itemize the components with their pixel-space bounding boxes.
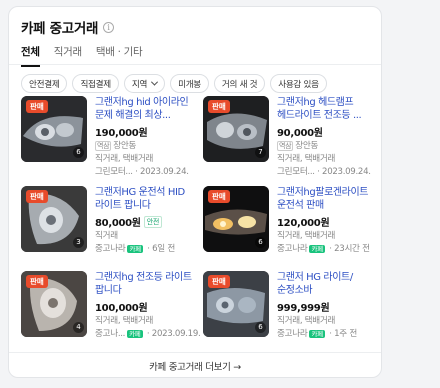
listing-item[interactable]: 판매 3 그랜저HG 운전석 HID 라이트 팝니다 80,000원 안전 직거래… (21, 186, 199, 268)
chip-label: 안전결제 (29, 79, 60, 90)
divider (9, 64, 381, 65)
trade-type: 직거래, 택배거래 (277, 231, 336, 241)
chip-label: 지역 (131, 79, 148, 90)
listing-item[interactable]: 판매 6 그랜저 HG 라이트/순정소바 999,999원 직거래, 택배거래 … (203, 271, 381, 353)
chevron-down-icon (151, 78, 159, 86)
cafe-tag: 카페 (127, 245, 143, 253)
filter-used[interactable]: 사용감 있음 (270, 74, 327, 93)
listing-source[interactable]: 중고나... (95, 329, 125, 339)
cafe-used-trade-card: 카페 중고거래 i 전체 직거래 택배 · 기타 안전결제 직접결제 지역 미개… (8, 6, 382, 378)
filter-chips: 안전결제 직접결제 지역 미개봉 거의 새 것 사용감 있음 (21, 74, 327, 93)
listing-title[interactable]: 그랜저hg 헤드램프 헤드라이트 전조등 ... (277, 96, 383, 122)
listing-thumbnail[interactable]: 판매 7 (203, 96, 269, 162)
listing-location: 장안동 (295, 141, 319, 151)
listing-thumbnail[interactable]: 판매 6 (203, 271, 269, 337)
image-count: 6 (255, 322, 266, 333)
image-count: 7 (255, 147, 266, 158)
sale-badge: 판매 (26, 190, 48, 203)
listing-title[interactable]: 그랜저hg팔로겐라이트 운전석 판매 (277, 186, 383, 212)
sale-badge: 판매 (208, 190, 230, 203)
trade-type: 직거래, 택배거래 (95, 154, 154, 164)
filter-region[interactable]: 지역 (123, 74, 166, 93)
listing-location: 장안동 (113, 141, 137, 151)
cafe-tag: 카페 (309, 330, 325, 338)
listing-item[interactable]: 판매 4 그랜저hg 전조등 라이트 팝니다 100,000원 직거래, 택배거… (21, 271, 201, 353)
cafe-tag: 카페 (309, 245, 325, 253)
sale-badge: 판매 (208, 275, 230, 288)
section-header: 카페 중고거래 i (21, 17, 115, 37)
listing-source[interactable]: 중고나라 (95, 244, 126, 254)
listing-title[interactable]: 그랜저hg 전조등 라이트 팝니다 (95, 271, 201, 297)
trade-type: 직거래, 택배거래 (277, 154, 336, 164)
filter-direct-pay[interactable]: 직접결제 (72, 74, 119, 93)
location-tag: 역삼 (95, 141, 112, 151)
listing-item[interactable]: 판매 6 그랜저hg hid 아이라인 문제 해결의 최상... 190,000… (21, 96, 199, 178)
chip-label: 미개봉 (178, 79, 201, 90)
chip-label: 사용감 있음 (278, 79, 319, 90)
listing-title[interactable]: 그랜저hg hid 아이라인 문제 해결의 최상... (95, 96, 201, 122)
filter-unopened[interactable]: 미개봉 (170, 74, 209, 93)
info-icon[interactable]: i (103, 21, 115, 33)
listing-source[interactable]: 그린모터... (277, 167, 315, 177)
location-tag: 역삼 (277, 141, 294, 151)
sale-badge: 판매 (26, 100, 48, 113)
filter-like-new[interactable]: 거의 새 것 (213, 74, 266, 93)
listing-price: 120,000원 (277, 218, 330, 229)
listing-thumbnail[interactable]: 판매 3 (21, 186, 87, 252)
listing-date: 23시간 전 (334, 244, 370, 254)
listing-thumbnail[interactable]: 판매 6 (21, 96, 87, 162)
listing-source[interactable]: 중고나라 (277, 329, 308, 339)
filter-safe-pay[interactable]: 안전결제 (21, 74, 68, 93)
safe-pay-tag: 안전 (143, 215, 162, 228)
listing-item[interactable]: 판매 7 그랜저hg 헤드램프 헤드라이트 전조등 ... 90,000원 역삼… (203, 96, 381, 178)
image-count: 3 (73, 237, 84, 248)
listing-title[interactable]: 그랜저HG 운전석 HID 라이트 팝니다 (95, 186, 201, 212)
sale-badge: 판매 (208, 100, 230, 113)
listing-price: 80,000원 (95, 218, 141, 229)
listing-item[interactable]: 판매 6 그랜저hg팔로겐라이트 운전석 판매 120,000원 직거래, 택배… (203, 186, 381, 268)
section-title: 카페 중고거래 (21, 21, 99, 37)
chip-label: 거의 새 것 (221, 79, 258, 90)
listing-title[interactable]: 그랜저 HG 라이트/순정소바 (277, 271, 383, 297)
listing-source[interactable]: 그린모터... (95, 167, 133, 177)
image-count: 4 (73, 322, 84, 333)
cafe-tag: 카페 (127, 330, 143, 338)
listing-thumbnail[interactable]: 판매 6 (203, 186, 269, 252)
listing-price: 190,000원 (95, 128, 148, 139)
listing-date: 2023.09.24. (322, 167, 371, 177)
listing-thumbnail[interactable]: 판매 4 (21, 271, 87, 337)
more-link[interactable]: 카페 중고거래 더보기 → (9, 359, 381, 373)
trade-type: 직거래, 택배거래 (277, 316, 336, 326)
listing-price: 90,000원 (277, 128, 323, 139)
image-count: 6 (73, 147, 84, 158)
listing-date: 6일 전 (152, 244, 175, 254)
listing-date: 2023.09.24. (140, 167, 189, 177)
trade-type: 직거래, 택배거래 (95, 316, 154, 326)
listing-price: 100,000원 (95, 303, 148, 314)
trade-type: 직거래 (95, 231, 118, 241)
chip-label: 직접결제 (80, 79, 111, 90)
listing-source[interactable]: 중고나라 (277, 244, 308, 254)
listing-date: 1주 전 (334, 329, 357, 339)
listing-date: 2023.09.19. (151, 329, 201, 339)
divider (9, 352, 381, 353)
image-count: 6 (255, 237, 266, 248)
sale-badge: 판매 (26, 275, 48, 288)
listing-price: 999,999원 (277, 303, 330, 314)
